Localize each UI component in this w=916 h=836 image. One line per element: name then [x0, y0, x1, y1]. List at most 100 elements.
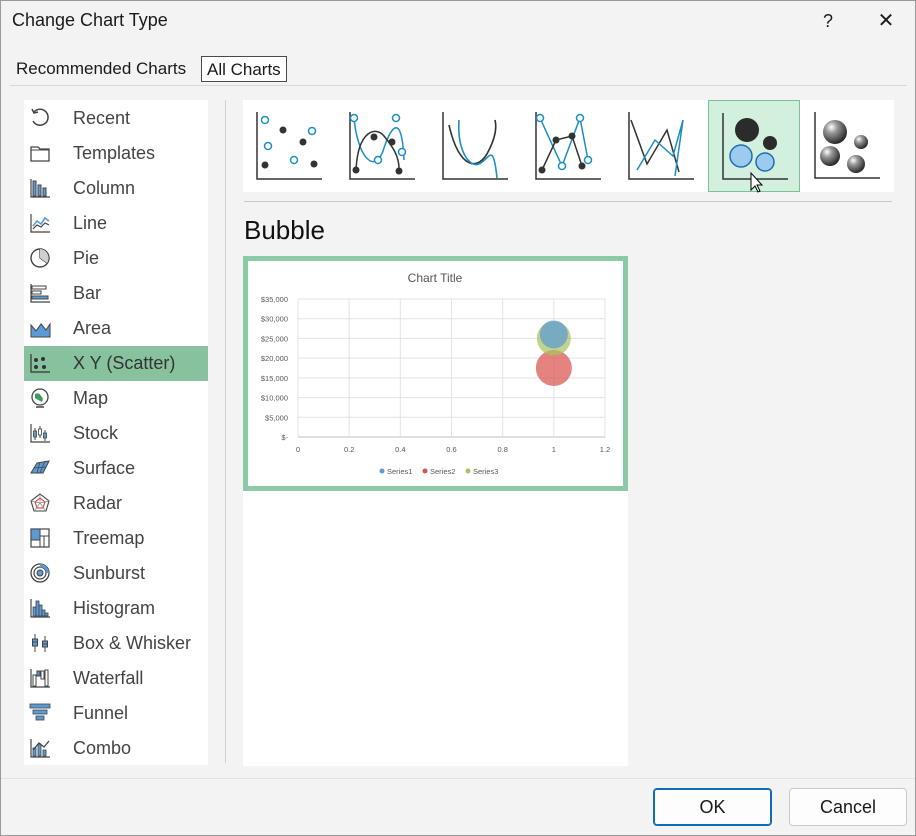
sidebar-item-label: Area — [73, 318, 112, 338]
surface-chart-icon — [30, 460, 50, 474]
gallery-divider — [244, 201, 892, 202]
footer-divider — [1, 778, 915, 779]
cancel-button[interactable]: Cancel — [789, 788, 907, 826]
sidebar-item-label: Templates — [73, 143, 156, 163]
y-tick-label: $15,000 — [261, 374, 288, 383]
sidebar-item-line[interactable]: Line — [24, 206, 208, 241]
sidebar-item-bar[interactable]: Bar — [24, 276, 208, 311]
column-chart-icon — [30, 179, 50, 198]
line-chart-icon — [30, 214, 50, 233]
sidebar-item-label: Stock — [73, 423, 119, 443]
chart-preview-area: Chart Title $- $5,000 $10,000 $15,000 $20,00… — [243, 256, 628, 766]
pie-chart-icon — [30, 248, 50, 268]
sidebar-item-label: Recent — [73, 108, 131, 128]
sidebar-item-label: Bar — [73, 283, 102, 303]
pane-divider — [225, 100, 226, 763]
sidebar-item-label: Histogram — [73, 598, 156, 618]
title-bar: Change Chart Type ? ✕ — [1, 1, 915, 41]
legend-label-series3: Series3 — [473, 467, 498, 476]
waterfall-chart-icon — [30, 669, 50, 688]
sidebar-item-stock[interactable]: Stock — [24, 416, 208, 451]
legend-marker-series1 — [379, 468, 385, 474]
sidebar-item-area[interactable]: Area — [24, 311, 208, 346]
sidebar-item-label: Waterfall — [73, 668, 144, 688]
chart-preview[interactable]: Chart Title $- $5,000 $10,000 $15,000 $20,00… — [243, 256, 628, 491]
x-tick-label: 0.4 — [395, 445, 405, 454]
chart-type-list: Recent Templates Column Line Pie Bar Are… — [24, 100, 208, 765]
sidebar-item-pie[interactable]: Pie — [24, 241, 208, 276]
sidebar-item-label: Map — [73, 388, 109, 408]
subtype-scatter-straight-lines[interactable] — [615, 100, 707, 192]
sidebar-item-label: Radar — [73, 493, 123, 513]
sidebar-item-radar[interactable]: Radar — [24, 486, 208, 521]
x-tick-label: 0.6 — [446, 445, 456, 454]
sidebar-item-label: Combo — [73, 738, 132, 758]
sidebar-item-label: X Y (Scatter) — [73, 353, 176, 373]
chart-title: Chart Title — [408, 271, 463, 285]
bubble-series1 — [539, 320, 568, 349]
area-chart-icon — [30, 322, 51, 338]
scatter-chart-icon — [30, 354, 50, 373]
sidebar-item-label: Column — [73, 178, 136, 198]
scatter-smooth-lines-icon — [442, 112, 508, 180]
sidebar-item-map[interactable]: Map — [24, 381, 208, 416]
tab-recommended-charts[interactable]: Recommended Charts — [11, 56, 191, 82]
bubble-3d-icon — [814, 112, 880, 179]
box-whisker-chart-icon — [32, 634, 48, 652]
sidebar-item-label: Line — [73, 213, 108, 233]
sidebar-item-surface[interactable]: Surface — [24, 451, 208, 486]
sidebar-item-histogram[interactable]: Histogram — [24, 591, 208, 626]
sidebar-item-waterfall[interactable]: Waterfall — [24, 661, 208, 696]
sidebar-item-column[interactable]: Column — [24, 171, 208, 206]
y-tick-label: $- — [281, 433, 288, 442]
subtype-3d-bubble[interactable] — [801, 100, 893, 192]
y-tick-label: $35,000 — [261, 295, 288, 304]
scatter-straight-markers-icon — [535, 112, 601, 180]
sidebar-item-funnel[interactable]: Funnel — [24, 696, 208, 731]
sidebar-item-box-whisker[interactable]: Box & Whisker — [24, 626, 208, 661]
subtype-scatter-straight-lines-markers[interactable] — [522, 100, 614, 192]
recent-icon — [31, 108, 49, 126]
scatter-markers-icon — [256, 112, 322, 180]
radar-chart-icon — [30, 493, 50, 512]
histogram-chart-icon — [30, 599, 50, 618]
map-chart-icon — [31, 388, 49, 408]
mouse-cursor-icon — [750, 171, 764, 193]
y-tick-label: $5,000 — [265, 413, 288, 422]
ok-button[interactable]: OK — [653, 788, 772, 826]
selected-chart-type-heading: Bubble — [244, 215, 325, 245]
subtype-bubble[interactable] — [708, 100, 800, 193]
legend-marker-series2 — [422, 468, 428, 474]
bar-chart-icon — [30, 284, 50, 303]
subtype-scatter-smooth-lines[interactable] — [429, 100, 521, 192]
sidebar-item-label: Box & Whisker — [73, 633, 192, 653]
sidebar-item-sunburst[interactable]: Sunburst — [24, 556, 208, 591]
y-tick-label: $25,000 — [261, 334, 288, 343]
sidebar-item-recent[interactable]: Recent — [24, 101, 208, 136]
subtype-scatter-smooth-lines-markers[interactable] — [336, 100, 428, 192]
x-tick-label: 1 — [552, 445, 556, 454]
change-chart-type-dialog: Change Chart Type ? ✕ Recommended Charts… — [0, 0, 916, 836]
sidebar-item-combo[interactable]: Combo — [24, 731, 208, 766]
sidebar-item-xy-scatter[interactable]: X Y (Scatter) — [24, 346, 208, 381]
tab-all-charts[interactable]: All Charts — [201, 56, 287, 82]
sidebar-item-templates[interactable]: Templates — [24, 136, 208, 171]
close-button[interactable]: ✕ — [871, 7, 901, 35]
sidebar-item-treemap[interactable]: Treemap — [24, 521, 208, 556]
y-tick-label: $20,000 — [261, 354, 288, 363]
legend-marker-series3 — [465, 468, 471, 474]
sidebar-item-label: Surface — [73, 458, 136, 478]
x-tick-label: 0 — [296, 445, 300, 454]
legend-label-series2: Series2 — [430, 467, 455, 476]
x-tick-label: 1.2 — [600, 445, 610, 454]
x-tick-label: 0.8 — [497, 445, 507, 454]
treemap-chart-icon — [30, 528, 50, 548]
scatter-straight-lines-icon — [628, 112, 694, 180]
dialog-title: Change Chart Type — [12, 10, 168, 30]
sunburst-chart-icon — [30, 563, 50, 583]
y-tick-label: $10,000 — [261, 394, 288, 403]
sidebar-item-label: Funnel — [73, 703, 129, 723]
subtype-scatter[interactable] — [243, 100, 335, 192]
help-button[interactable]: ? — [813, 7, 843, 35]
x-tick-label: 0.2 — [344, 445, 354, 454]
